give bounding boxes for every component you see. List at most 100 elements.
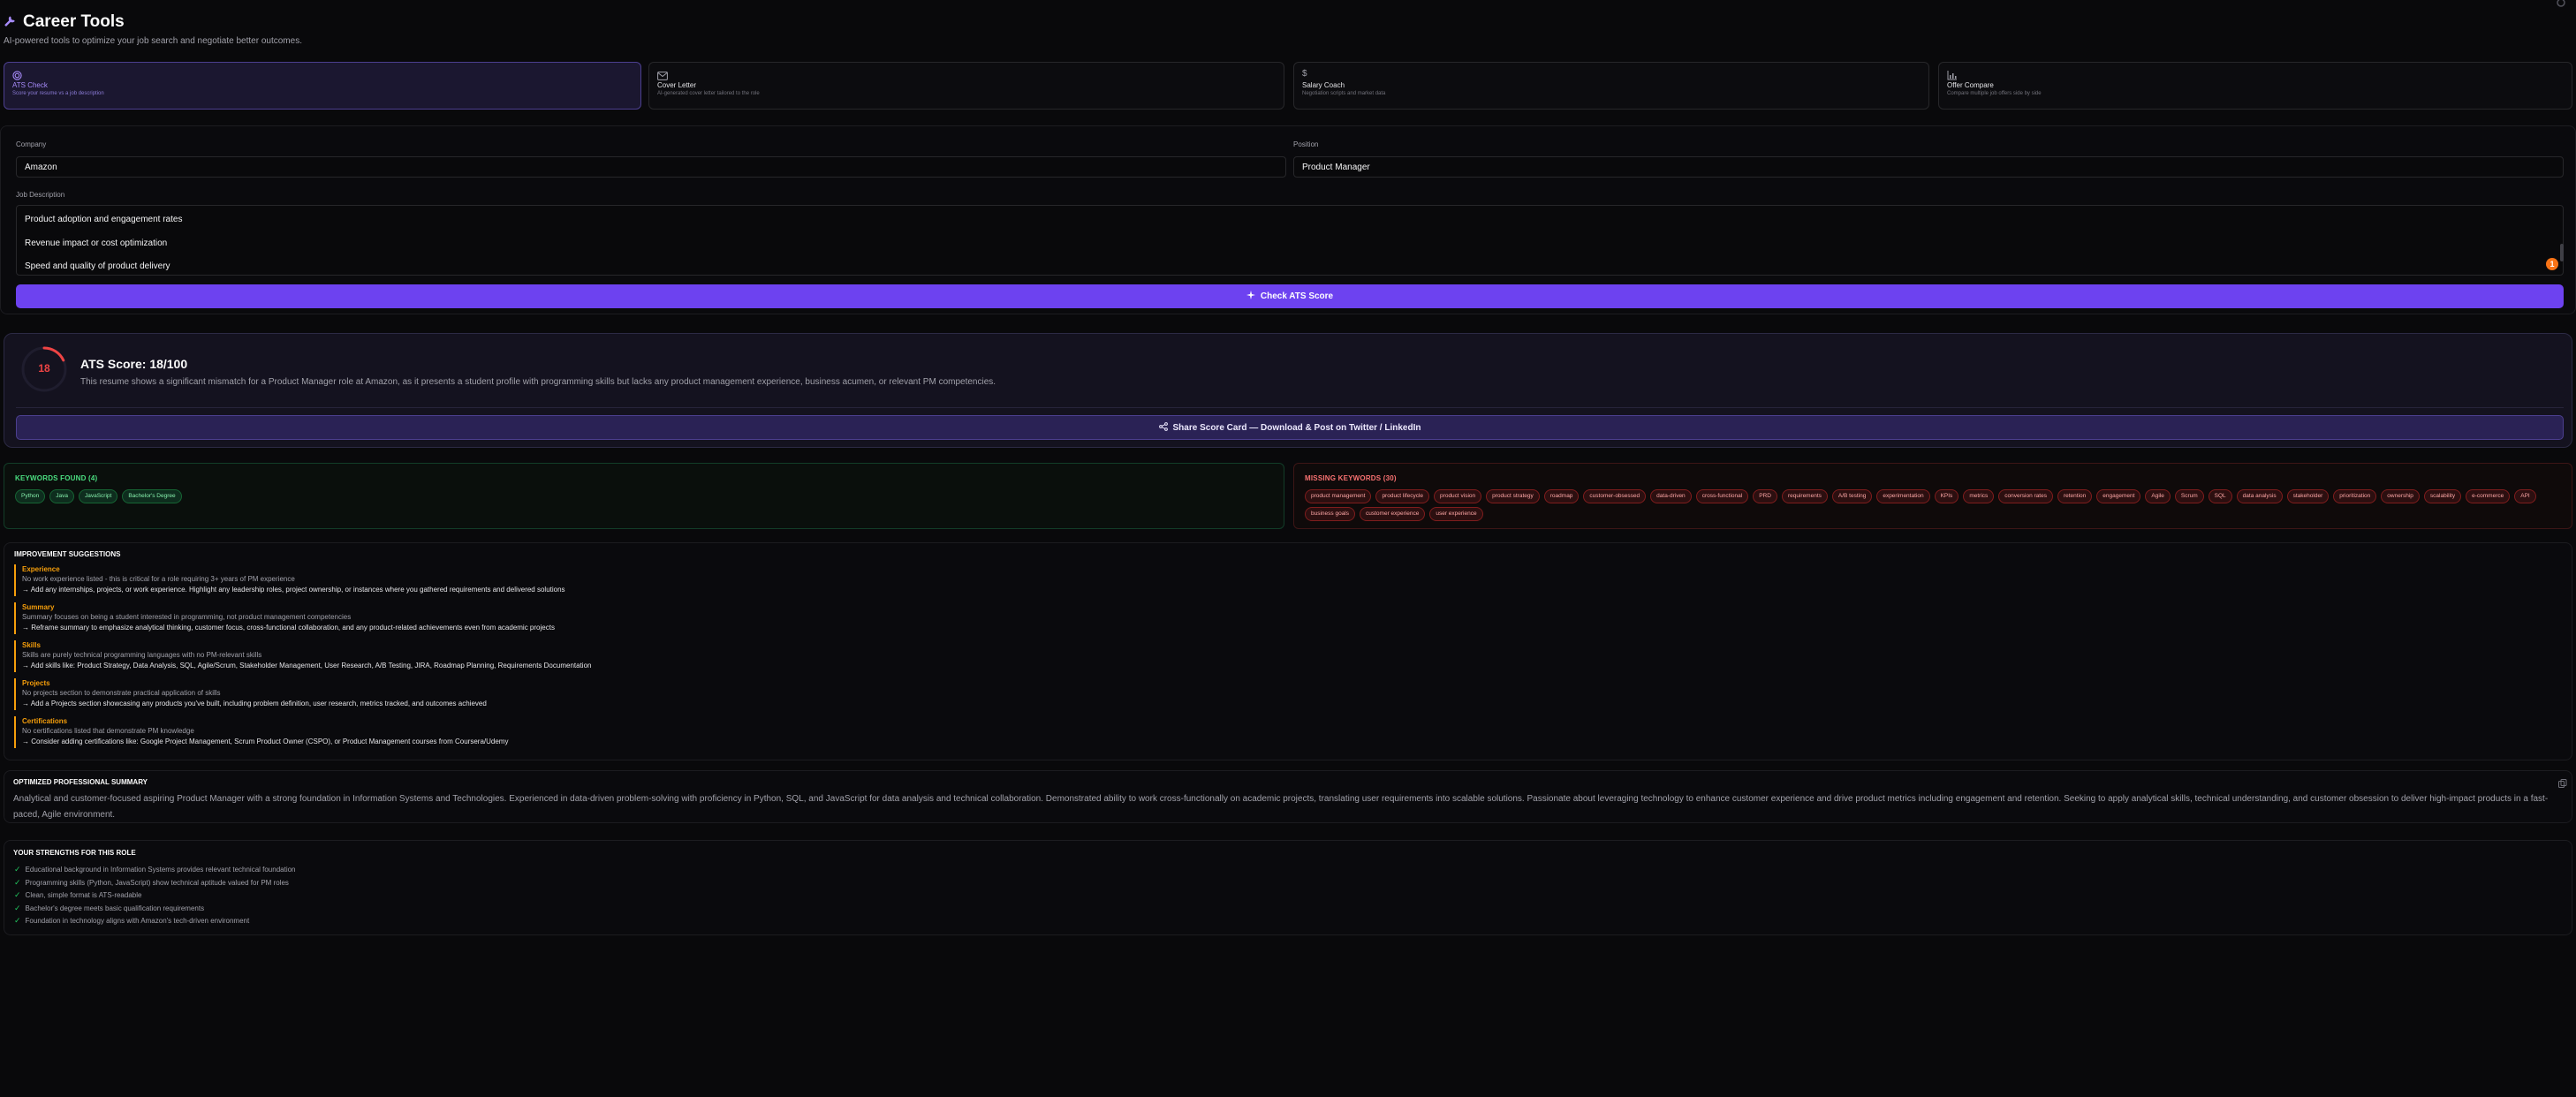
optimized-summary-text: Analytical and customer-focused aspiring… (13, 794, 2549, 820)
jd-line: Revenue impact or cost optimization (25, 238, 168, 248)
missing-keyword-chip: conversion rates (1998, 489, 2053, 503)
jd-line: Speed and quality of product delivery (25, 261, 170, 271)
missing-keyword-chip: roadmap (1543, 489, 1580, 503)
missing-keyword-chip: scalability (2423, 489, 2462, 503)
missing-keyword-chip: requirements (1781, 489, 1828, 503)
share-button-label: Share Score Card — Download & Post on Tw… (1172, 422, 1421, 433)
missing-keyword-chip: data analysis (2236, 489, 2283, 503)
textarea-scrollbar[interactable] (2560, 244, 2564, 261)
missing-keyword-chip: e-commerce (2466, 489, 2511, 503)
missing-keyword-chip: Agile (2145, 489, 2171, 503)
share-icon (1158, 421, 1168, 434)
strengths-panel (4, 840, 2572, 935)
bar-chart-icon (1947, 69, 2564, 80)
strength-item: ✓ Foundation in technology aligns with Am… (14, 916, 249, 926)
suggestion-fix: → Reframe summary to emphasize analytica… (22, 624, 555, 632)
position-label: Position (1293, 140, 1319, 148)
suggestion-item: Skills Skills are purely technical progr… (14, 640, 591, 672)
suggestion-item: Projects No projects section to demonstr… (14, 678, 487, 710)
suggestion-issue: Summary focuses on being a student inter… (22, 613, 352, 621)
strength-item: ✓ Bachelor's degree meets basic qualifica… (14, 904, 204, 913)
missing-keyword-chip: PRD (1753, 489, 1777, 503)
company-label: Company (16, 140, 47, 148)
check-icon: ✓ (14, 878, 21, 887)
missing-keyword-chip: customer-obsessed (1583, 489, 1647, 503)
check-icon: ✓ (14, 916, 21, 925)
suggestion-issue: No certifications listed that demonstrat… (22, 727, 194, 735)
missing-keyword-chip: product strategy (1486, 489, 1540, 503)
tab-description: Negotiation scripts and market data (1302, 91, 1386, 96)
missing-keyword-chip: stakeholder (2286, 489, 2330, 503)
missing-keyword-chip: business goals (1305, 507, 1355, 521)
sparkle-icon (1246, 291, 1255, 302)
tab-cover-letter[interactable]: Cover Letter AI-generated cover letter t… (648, 62, 1284, 110)
score-description: This resume shows a significant mismatch… (80, 377, 996, 387)
tab-salary-coach[interactable]: $ Salary Coach Negotiation scripts and m… (1293, 62, 1929, 110)
position-input[interactable]: Product Manager (1293, 156, 2564, 178)
keywords-found-list: Python Java JavaScript Bachelor's Degree (15, 489, 1273, 503)
missing-keyword-chip: customer experience (1360, 507, 1426, 521)
suggestion-fix: → Consider adding certifications like: G… (22, 738, 509, 745)
page-title: Career Tools (23, 12, 125, 31)
missing-keyword-chip: retention (2057, 489, 2093, 503)
mail-icon (657, 69, 1276, 80)
score-title: ATS Score: 18/100 (80, 357, 188, 371)
missing-keyword-chip: product vision (1434, 489, 1482, 503)
found-keyword-chip: Python (15, 489, 46, 503)
tab-description: Score your resume vs a job description (12, 91, 104, 96)
missing-keyword-chip: experimentation (1876, 489, 1930, 503)
job-description-textarea[interactable]: Product adoption and engagement rates Re… (16, 205, 2564, 276)
strength-item: ✓ Programming skills (Python, JavaScript)… (14, 878, 289, 888)
tab-ats-check[interactable]: ATS Check Score your resume vs a job des… (4, 62, 641, 110)
optimized-summary-title: OPTIMIZED PROFESSIONAL SUMMARY (13, 778, 148, 786)
found-keyword-chip: Java (49, 489, 74, 503)
notification-badge[interactable]: 1 (2546, 258, 2558, 270)
suggestion-category: Certifications (22, 717, 68, 725)
tab-offer-compare[interactable]: Offer Compare Compare multiple job offer… (1938, 62, 2572, 110)
suggestion-category: Summary (22, 603, 55, 611)
missing-keyword-chip: KPIs (1934, 489, 1959, 503)
target-icon (12, 69, 633, 80)
found-keyword-chip: JavaScript (78, 489, 118, 503)
jd-line: Product adoption and engagement rates (25, 215, 183, 224)
check-button-label: Check ATS Score (1260, 291, 1334, 301)
missing-keyword-chip: metrics (1963, 489, 1995, 503)
strength-text: Clean, simple format is ATS-readable (25, 891, 142, 899)
missing-keyword-chip: data-driven (1650, 489, 1692, 503)
suggestion-issue: Skills are purely technical programming … (22, 651, 262, 659)
missing-keyword-chip: cross-functional (1695, 489, 1749, 503)
strength-item: ✓ Clean, simple format is ATS-readable (14, 890, 141, 900)
check-icon: ✓ (14, 865, 21, 874)
suggestion-item: Experience No work experience listed - t… (14, 564, 565, 596)
keywords-found-panel: KEYWORDS FOUND (4) Python Java JavaScript B… (4, 463, 1284, 529)
share-score-button[interactable]: Share Score Card — Download & Post on Tw… (16, 415, 2564, 440)
check-icon: ✓ (14, 890, 21, 899)
strength-text: Educational background in Information Sy… (25, 866, 296, 874)
strength-item: ✓ Educational background in Information S… (14, 865, 296, 874)
missing-keyword-chip: product management (1305, 489, 1372, 503)
missing-keyword-chip: A/B testing (1831, 489, 1873, 503)
suggestion-fix: → Add skills like: Product Strategy, Dat… (22, 662, 592, 670)
suggestion-issue: No work experience listed - this is crit… (22, 575, 295, 583)
missing-keyword-chip: API (2514, 489, 2536, 503)
job-description-label: Job Description (16, 191, 65, 199)
missing-keyword-chip: user experience (1429, 507, 1483, 521)
missing-keyword-chip: engagement (2096, 489, 2141, 503)
dollar-icon: $ (1302, 69, 1307, 79)
tab-label: Offer Compare (1947, 81, 1994, 89)
missing-keywords-panel: MISSING KEYWORDS (30) product management… (1293, 463, 2572, 529)
check-ats-score-button[interactable]: Check ATS Score (16, 284, 2564, 308)
tab-label: Salary Coach (1302, 81, 1345, 89)
page-subtitle: AI-powered tools to optimize your job se… (4, 36, 302, 46)
suggestion-issue: No projects section to demonstrate pract… (22, 689, 221, 697)
suggestion-category: Experience (22, 565, 60, 573)
tab-description: Compare multiple job offers side by side (1947, 91, 2042, 96)
check-icon: ✓ (14, 904, 21, 912)
suggestion-fix: → Add any internships, projects, or work… (22, 586, 565, 594)
copy-icon[interactable] (2558, 776, 2567, 788)
company-input[interactable]: Amazon (16, 156, 1286, 178)
missing-keyword-chip: product lifecycle (1375, 489, 1430, 503)
settings-icon[interactable] (2555, 0, 2567, 9)
missing-keywords-list: product management product lifecycle produ… (1305, 489, 2561, 521)
divider (16, 407, 2564, 408)
